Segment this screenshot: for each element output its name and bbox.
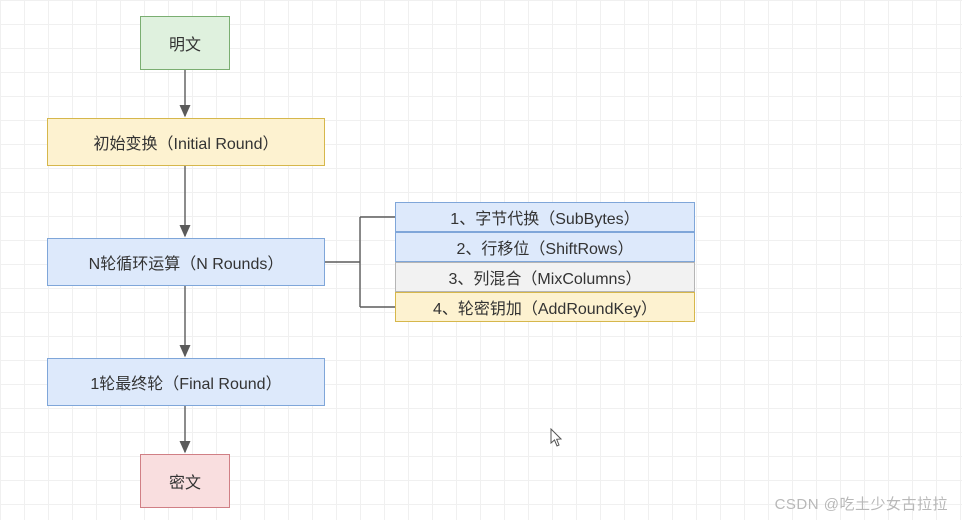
step-mixcolumns: 3、列混合（MixColumns）: [395, 262, 695, 292]
node-plaintext: 明文: [140, 16, 230, 70]
watermark-text: CSDN @吃土少女古拉拉: [775, 493, 948, 514]
node-initial-round: 初始变换（Initial Round）: [47, 118, 325, 166]
step-shiftrows: 2、行移位（ShiftRows）: [395, 232, 695, 262]
node-final-round: 1轮最终轮（Final Round）: [47, 358, 325, 406]
node-n-rounds: N轮循环运算（N Rounds）: [47, 238, 325, 286]
node-ciphertext: 密文: [140, 454, 230, 508]
step-addroundkey: 4、轮密钥加（AddRoundKey）: [395, 292, 695, 322]
step-subbytes: 1、字节代换（SubBytes）: [395, 202, 695, 232]
cursor-icon: [550, 428, 564, 448]
